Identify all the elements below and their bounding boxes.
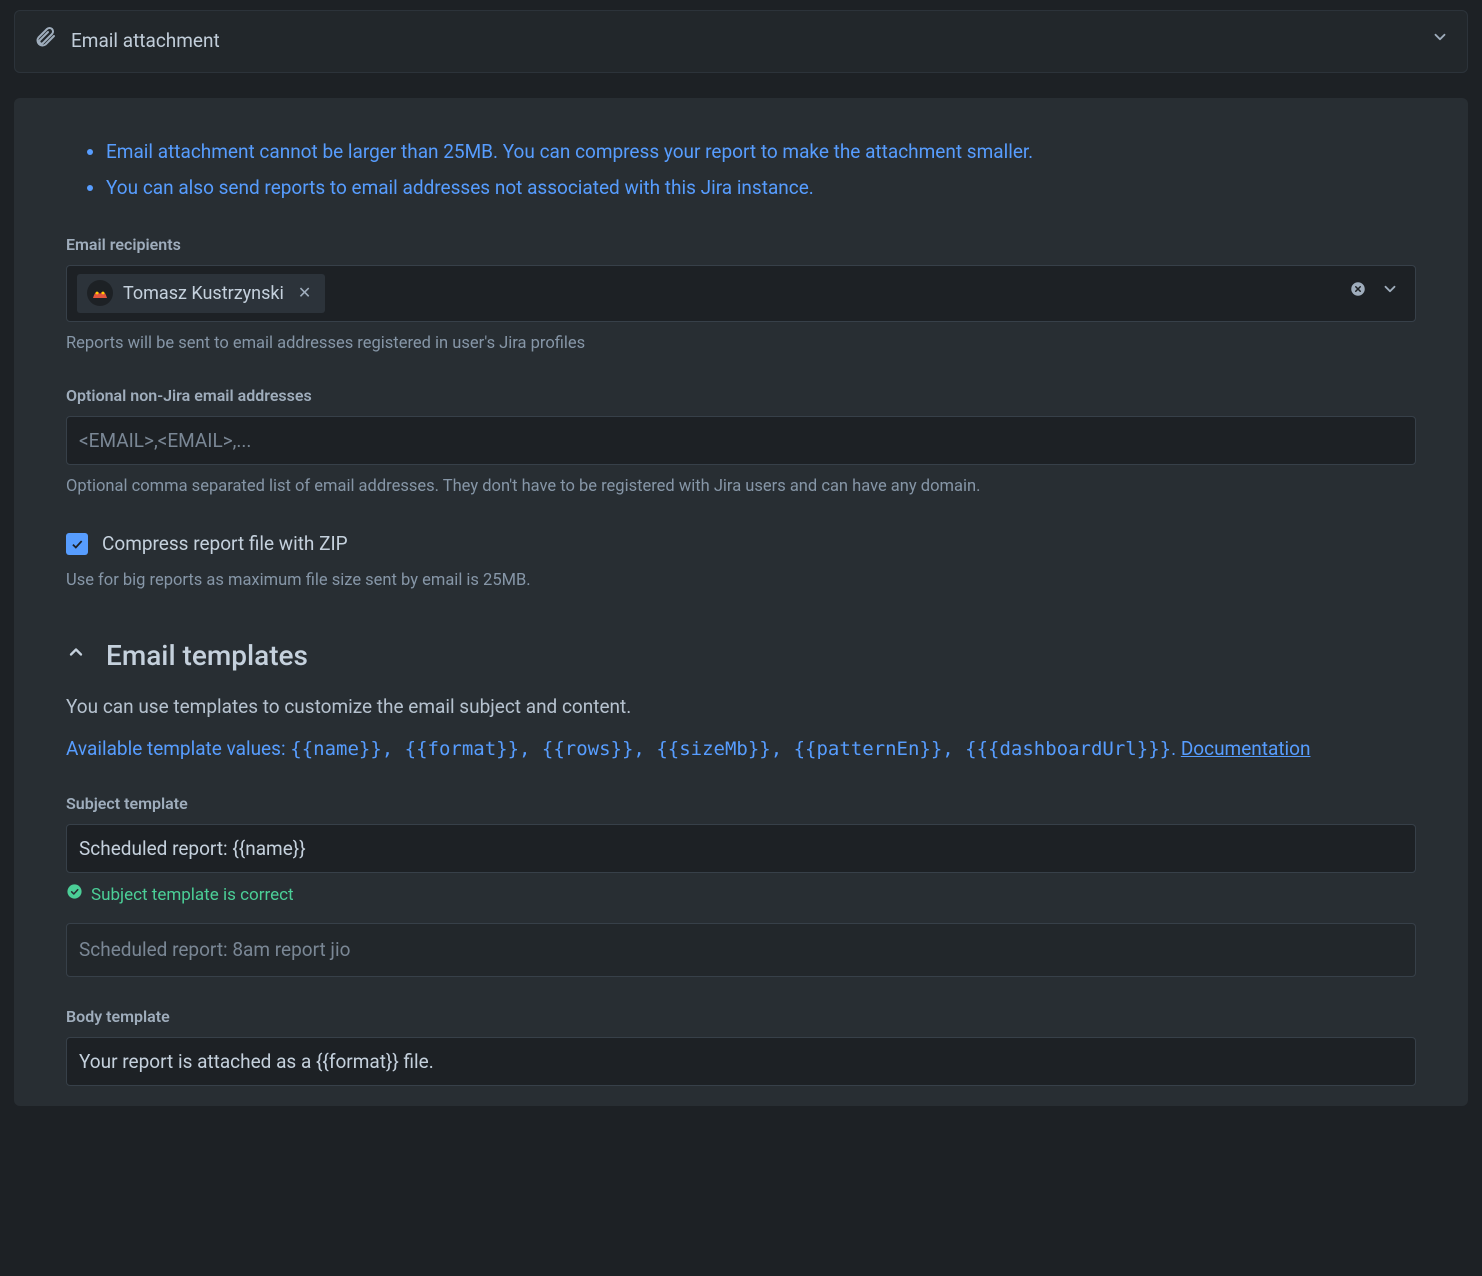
body-label: Body template xyxy=(66,1005,1416,1029)
recipient-chip: Tomasz Kustrzynski ✕ xyxy=(77,274,325,313)
chip-remove-icon[interactable]: ✕ xyxy=(294,281,315,305)
email-attachment-header[interactable]: Email attachment xyxy=(14,10,1468,73)
compress-help: Use for big reports as maximum file size… xyxy=(66,569,1416,594)
clear-icon[interactable] xyxy=(1349,280,1367,307)
recipients-select[interactable]: Tomasz Kustrzynski ✕ xyxy=(66,265,1416,322)
documentation-link[interactable]: Documentation xyxy=(1181,737,1311,760)
compress-row: Compress report file with ZIP xyxy=(66,530,1416,559)
templates-avail-suffix: . xyxy=(1171,737,1181,760)
nonjira-input[interactable] xyxy=(66,416,1416,465)
email-templates-heading: Email templates xyxy=(106,635,308,677)
body-input[interactable] xyxy=(66,1037,1416,1086)
recipients-help: Reports will be sent to email addresses … xyxy=(66,332,1416,357)
templates-available: Available template values: {{name}}, {{f… xyxy=(66,734,1416,764)
chevron-down-icon[interactable] xyxy=(1381,280,1399,307)
info-notes: Email attachment cannot be larger than 2… xyxy=(106,138,1416,203)
nonjira-help: Optional comma separated list of email a… xyxy=(66,475,1416,500)
recipients-label: Email recipients xyxy=(66,233,1416,257)
email-templates-toggle[interactable]: Email templates xyxy=(66,635,1416,677)
chevron-down-icon xyxy=(1431,28,1449,55)
subject-input[interactable] xyxy=(66,824,1416,873)
compress-checkbox[interactable] xyxy=(66,533,88,555)
paperclip-icon xyxy=(33,25,57,58)
avatar-icon xyxy=(87,280,113,306)
subject-preview: Scheduled report: 8am report jio xyxy=(66,923,1416,978)
chevron-up-icon xyxy=(66,642,86,671)
templates-description: You can use templates to customize the e… xyxy=(66,693,1416,722)
info-note: You can also send reports to email addre… xyxy=(106,174,1416,203)
compress-label: Compress report file with ZIP xyxy=(102,530,348,559)
subject-validation: Subject template is correct xyxy=(66,883,1416,909)
email-attachment-panel: Email attachment cannot be larger than 2… xyxy=(14,98,1468,1107)
recipient-name: Tomasz Kustrzynski xyxy=(123,280,284,307)
validation-subject-word: Subject template xyxy=(91,885,219,905)
nonjira-label: Optional non-Jira email addresses xyxy=(66,384,1416,408)
templates-avail-prefix: Available template values: xyxy=(66,737,290,760)
check-circle-icon xyxy=(66,883,83,909)
validation-suffix: is correct xyxy=(219,885,294,905)
info-note: Email attachment cannot be larger than 2… xyxy=(106,138,1416,167)
templates-values: {{name}}, {{format}}, {{rows}}, {{sizeMb… xyxy=(290,738,1171,760)
header-title: Email attachment xyxy=(71,27,1417,56)
subject-label: Subject template xyxy=(66,792,1416,816)
